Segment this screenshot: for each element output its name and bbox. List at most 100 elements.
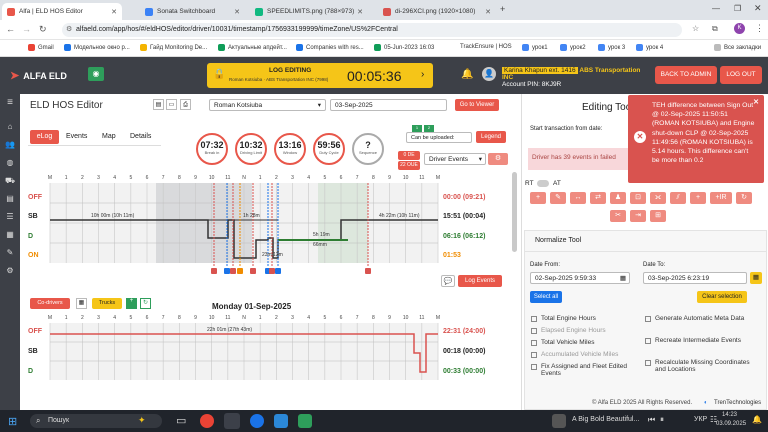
media-prev-icon[interactable]: ⏮ bbox=[648, 415, 655, 425]
resize-icon[interactable]: ↔ bbox=[570, 192, 586, 204]
truck-icon[interactable]: ⛟ bbox=[5, 176, 15, 186]
browser-tab[interactable]: SPEEDLIMITS.png (788×973) ✕ bbox=[250, 3, 368, 20]
checkbox[interactable] bbox=[531, 328, 537, 334]
home-icon[interactable]: ⌂ bbox=[5, 122, 15, 132]
task-view-icon[interactable]: ▭ bbox=[176, 414, 186, 427]
media-title[interactable]: A Big Bold Beautiful... bbox=[572, 416, 639, 423]
option-accumulated-vehicle-miles[interactable]: Accumulated Vehicle Miles bbox=[531, 351, 641, 358]
bookmark-star-icon[interactable]: ☆ bbox=[692, 24, 699, 33]
event-marker[interactable] bbox=[269, 268, 275, 274]
checkbox[interactable] bbox=[531, 340, 537, 346]
chart-icon[interactable]: ▦ bbox=[5, 230, 15, 240]
refresh-icon[interactable]: ↻ bbox=[736, 192, 752, 204]
notification-icon[interactable]: 🔔 bbox=[752, 415, 762, 424]
app-logo[interactable]: ➤ ALFA ELD bbox=[10, 69, 67, 82]
event-marker[interactable] bbox=[365, 268, 371, 274]
chrome-profile-icon[interactable] bbox=[224, 413, 240, 429]
app-icon[interactable] bbox=[274, 414, 288, 428]
select-all-button[interactable]: Select all bbox=[530, 291, 562, 303]
oue-badge[interactable]: 22 OUE bbox=[398, 161, 420, 170]
checkbox[interactable] bbox=[645, 360, 651, 366]
print-icon[interactable]: ⎙ bbox=[180, 99, 191, 110]
checkbox[interactable] bbox=[531, 352, 537, 358]
tab-details[interactable]: Details bbox=[130, 133, 151, 140]
browser-menu-icon[interactable]: ⋮ bbox=[755, 23, 764, 34]
add-icon[interactable]: + bbox=[126, 298, 137, 309]
vertical-scrollbar[interactable] bbox=[512, 172, 517, 252]
logout-button[interactable]: LOG OUT bbox=[720, 66, 762, 84]
person-icon[interactable]: ♟ bbox=[610, 192, 626, 204]
event-marker[interactable] bbox=[275, 268, 281, 274]
close-window-icon[interactable]: ✕ bbox=[754, 3, 762, 14]
bookmark-item[interactable]: урок 3 bbox=[598, 44, 625, 51]
browser-tab[interactable]: di-296XCI.png (1920×1080) ✕ bbox=[378, 3, 496, 20]
merge-icon[interactable]: ⟗ bbox=[650, 192, 666, 204]
day2-hos-graph[interactable]: M 1 2 3 4 5 6 7 8 9 10 11 N 1 2 3 4 5 6 7 8 9 10 11 M bbox=[28, 310, 440, 380]
close-tab-icon[interactable]: ✕ bbox=[485, 8, 491, 16]
event-marker[interactable] bbox=[230, 268, 236, 274]
all-bookmarks[interactable]: Все закладки bbox=[714, 44, 761, 51]
option-generate-meta[interactable]: Generate Automatic Meta Data bbox=[645, 315, 755, 322]
day1-hos-graph[interactable]: M 1 2 3 4 5 6 7 8 9 10 11 N 1 2 3 4 5 6 7 8 9 10 11 M bbox=[28, 170, 440, 278]
date-picker[interactable]: 03-Sep-2025 bbox=[330, 99, 447, 111]
can-be-uploaded-select[interactable]: Can be uploaded: bbox=[406, 132, 472, 143]
checkbox[interactable] bbox=[531, 364, 537, 370]
clock-time[interactable]: 14:23 bbox=[722, 412, 737, 418]
minimize-window-icon[interactable]: — bbox=[712, 4, 720, 13]
settings-icon[interactable]: ⚙ bbox=[5, 266, 15, 276]
extensions-icon[interactable]: ⧉ bbox=[712, 24, 718, 34]
option-total-engine-hours[interactable]: Total Engine Hours bbox=[531, 315, 641, 322]
back-to-admin-button[interactable]: BACK TO ADMIN bbox=[655, 66, 717, 84]
trucks-button[interactable]: Trucks bbox=[92, 298, 122, 309]
language-indicator[interactable]: УКР bbox=[694, 416, 707, 423]
bookmark-item[interactable]: Модельное окно р... bbox=[64, 44, 130, 51]
event-marker[interactable] bbox=[211, 268, 217, 274]
add-event-icon[interactable]: + bbox=[530, 192, 546, 204]
notes-icon[interactable]: ▭ bbox=[166, 99, 177, 110]
tab-elog[interactable]: eLog bbox=[30, 130, 59, 144]
swap-icon[interactable]: ⇄ bbox=[590, 192, 606, 204]
calendar-icon[interactable]: ▦ bbox=[750, 272, 762, 284]
calendar-icon[interactable]: ▦ bbox=[620, 273, 626, 284]
bookmark-item[interactable]: урок 4 bbox=[636, 44, 663, 51]
bookmark-item[interactable]: Companies with res... bbox=[296, 44, 364, 51]
list-icon[interactable]: ☰ bbox=[5, 212, 15, 222]
reload-icon[interactable]: ↻ bbox=[39, 24, 47, 35]
go-to-viewer-button[interactable]: Go to Viewer bbox=[455, 99, 499, 111]
event-marker[interactable] bbox=[250, 268, 256, 274]
option-recalculate-coordinates[interactable]: Recalculate Missing Coordinates and Loca… bbox=[645, 359, 755, 373]
users-icon[interactable]: 👥 bbox=[5, 140, 15, 150]
app-icon[interactable] bbox=[298, 414, 312, 428]
tab-events[interactable]: Events bbox=[66, 133, 87, 140]
driver-events-select[interactable]: Driver Events ▾ bbox=[424, 153, 486, 165]
close-tab-icon[interactable]: ✕ bbox=[111, 8, 117, 16]
bookmark-item[interactable]: Гайд Monitoring De... bbox=[140, 44, 207, 51]
split-icon[interactable]: ⫽ bbox=[670, 192, 686, 204]
browser-tab[interactable]: Sonata Switchboard ✕ bbox=[140, 3, 245, 20]
globe-icon[interactable]: ◍ bbox=[5, 158, 15, 168]
legend-button[interactable]: Legend bbox=[476, 131, 506, 143]
option-total-vehicle-miles[interactable]: Total Vehicle Miles bbox=[531, 339, 641, 346]
site-info-icon[interactable]: ⚙ bbox=[66, 23, 72, 37]
log-events-button[interactable]: Log Events bbox=[458, 275, 502, 287]
checkbox[interactable] bbox=[645, 338, 651, 344]
checkbox[interactable] bbox=[531, 316, 537, 322]
bookmark-item[interactable]: Актуальные апдейт... bbox=[218, 44, 287, 51]
back-icon[interactable]: ← bbox=[6, 24, 15, 34]
bookmark-item[interactable]: Gmail bbox=[28, 44, 54, 51]
chevron-right-icon[interactable]: › bbox=[421, 69, 424, 80]
event-marker[interactable] bbox=[224, 268, 230, 274]
clear-selection-button[interactable]: Clear selection bbox=[697, 291, 747, 303]
event-marker[interactable] bbox=[237, 268, 243, 274]
gift-icon[interactable]: ⊞ bbox=[650, 210, 666, 222]
bookmark-item[interactable]: урок1 bbox=[522, 44, 548, 51]
plus-ir-button[interactable]: +IR bbox=[710, 192, 732, 204]
app-icon[interactable] bbox=[250, 414, 264, 428]
date-to-input[interactable]: 03-Sep-2025 6:23:19 ▦ bbox=[643, 272, 762, 284]
profile-avatar[interactable]: K bbox=[734, 23, 745, 34]
shift-icon[interactable]: ⇥ bbox=[630, 210, 646, 222]
tab-map[interactable]: Map bbox=[102, 133, 116, 140]
document-icon[interactable]: ▤ bbox=[153, 99, 164, 110]
option-recreate-intermediate[interactable]: Recreate Intermediate Events bbox=[645, 337, 755, 344]
media-thumbnail[interactable] bbox=[552, 414, 566, 428]
